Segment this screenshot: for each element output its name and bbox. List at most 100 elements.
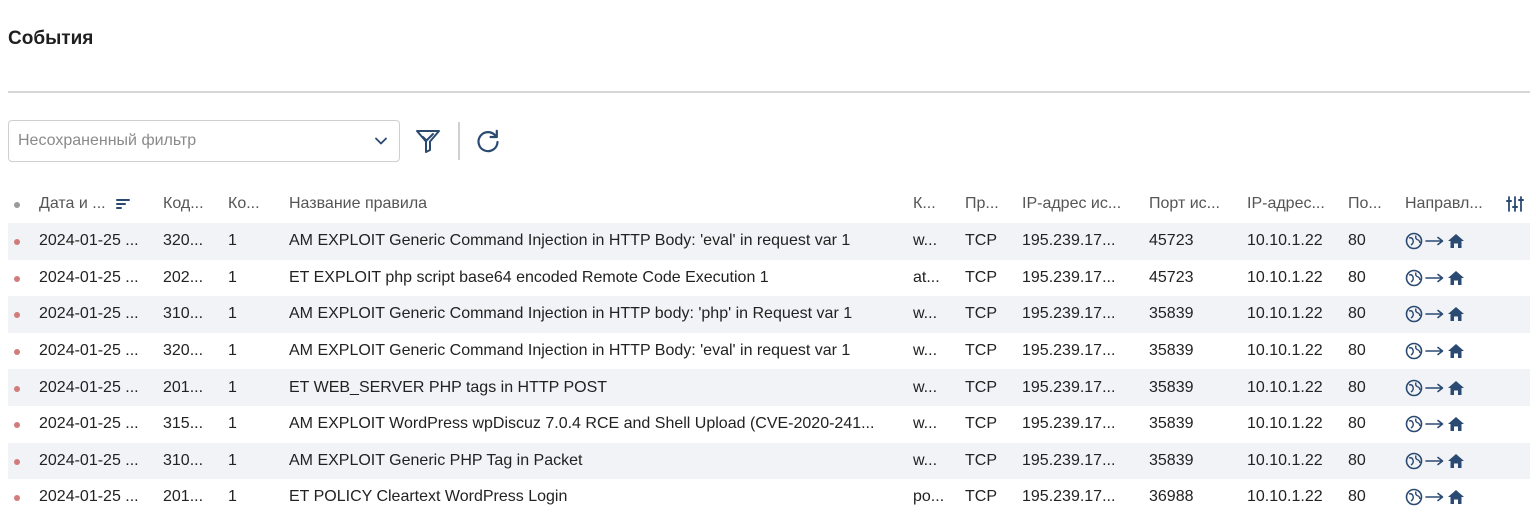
- sort-desc-icon[interactable]: [115, 198, 130, 210]
- status-dot-icon: [14, 202, 20, 208]
- table-row[interactable]: 2024-01-25 ... 310... 1 AM EXPLOIT Gener…: [8, 296, 1530, 333]
- globe-icon: [1405, 342, 1423, 360]
- cell-protocol: TCP: [965, 378, 997, 396]
- cell-code: 315...: [163, 415, 204, 433]
- cell-rule-name: AM EXPLOIT WordPress wpDiscuz 7.0.4 RCE …: [289, 415, 875, 433]
- cell-protocol: TCP: [965, 415, 997, 433]
- cell-rule-name: AM EXPLOIT Generic Command Injection in …: [289, 305, 853, 323]
- cell-source-port: 35839: [1149, 342, 1194, 360]
- cell-protocol: TCP: [965, 451, 997, 469]
- table-header-row: Дата и ... Код... Ко... Название правила…: [8, 185, 1530, 223]
- table-row[interactable]: 2024-01-25 ... 202... 1 ET EXPLOIT php s…: [8, 260, 1530, 297]
- event-status-dot: [14, 385, 20, 392]
- column-header-count[interactable]: Ко...: [228, 195, 289, 213]
- arrow-right-icon: [1425, 346, 1445, 356]
- column-header-dest-port[interactable]: По...: [1348, 195, 1405, 213]
- cell-dest-ip: 10.10.1.22: [1247, 305, 1323, 323]
- events-table: Дата и ... Код... Ко... Название правила…: [8, 185, 1530, 516]
- table-row[interactable]: 2024-01-25 ... 201... 1 ET WEB_SERVER PH…: [8, 369, 1530, 406]
- event-status-dot: [14, 275, 20, 282]
- cell-dest-port: 80: [1348, 451, 1366, 469]
- cell-dest-port: 80: [1348, 268, 1366, 286]
- column-header-date[interactable]: Дата и ...: [39, 195, 163, 213]
- cell-code: 310...: [163, 305, 204, 323]
- header-divider: [8, 91, 1530, 93]
- refresh-icon[interactable]: [470, 123, 506, 159]
- column-header-direction[interactable]: Направл...: [1405, 195, 1501, 213]
- cell-date: 2024-01-25 ...: [39, 342, 139, 360]
- cell-category: at...: [913, 268, 940, 286]
- cell-code: 310...: [163, 451, 204, 469]
- event-status-dot: [14, 312, 20, 319]
- column-header-rule-name[interactable]: Название правила: [289, 195, 913, 213]
- column-header-protocol[interactable]: Пр...: [965, 195, 1022, 213]
- home-icon: [1447, 270, 1465, 286]
- cell-date: 2024-01-25 ...: [39, 232, 139, 250]
- page-title: События: [8, 28, 94, 49]
- cell-date: 2024-01-25 ...: [39, 451, 139, 469]
- arrow-right-icon: [1425, 419, 1445, 429]
- globe-icon: [1405, 305, 1423, 323]
- column-header-source-port[interactable]: Порт ис...: [1149, 195, 1247, 213]
- table-row[interactable]: 2024-01-25 ... 320... 1 AM EXPLOIT Gener…: [8, 333, 1530, 370]
- cell-date: 2024-01-25 ...: [39, 378, 139, 396]
- home-icon: [1447, 306, 1465, 322]
- cell-date: 2024-01-25 ...: [39, 488, 139, 506]
- cell-source-ip: 195.239.17...: [1022, 451, 1116, 469]
- cell-category: w...: [913, 305, 938, 323]
- arrow-right-icon: [1425, 492, 1445, 502]
- column-header-category[interactable]: К...: [913, 195, 965, 213]
- column-header-code[interactable]: Код...: [163, 195, 228, 213]
- cell-dest-port: 80: [1348, 232, 1366, 250]
- home-icon: [1447, 489, 1465, 505]
- event-status-dot: [14, 239, 20, 246]
- table-row[interactable]: 2024-01-25 ... 315... 1 AM EXPLOIT WordP…: [8, 406, 1530, 443]
- column-header-dest-ip[interactable]: IP-адрес...: [1247, 195, 1348, 213]
- cell-protocol: TCP: [965, 305, 997, 323]
- cell-protocol: TCP: [965, 268, 997, 286]
- column-settings-icon[interactable]: [1501, 196, 1530, 212]
- home-icon: [1447, 233, 1465, 249]
- cell-source-port: 35839: [1149, 415, 1194, 433]
- arrow-right-icon: [1425, 236, 1445, 246]
- globe-icon: [1405, 415, 1423, 433]
- cell-dest-ip: 10.10.1.22: [1247, 232, 1323, 250]
- cell-date: 2024-01-25 ...: [39, 305, 139, 323]
- cell-source-port: 45723: [1149, 268, 1194, 286]
- cell-code: 320...: [163, 342, 204, 360]
- cell-direction: [1405, 452, 1501, 470]
- table-row[interactable]: 2024-01-25 ... 310... 1 AM EXPLOIT Gener…: [8, 442, 1530, 480]
- cell-source-port: 35839: [1149, 451, 1194, 469]
- cell-source-port: 35839: [1149, 378, 1194, 396]
- arrow-right-icon: [1425, 309, 1445, 319]
- filter-check-icon[interactable]: [410, 123, 446, 159]
- cell-count: 1: [228, 305, 237, 323]
- globe-icon: [1405, 232, 1423, 250]
- cell-source-ip: 195.239.17...: [1022, 378, 1116, 396]
- cell-direction: [1405, 415, 1501, 433]
- cell-rule-name: AM EXPLOIT Generic Command Injection in …: [289, 342, 851, 360]
- chevron-down-icon: [373, 133, 389, 149]
- filter-select[interactable]: Несохраненный фильтр: [8, 120, 400, 162]
- arrow-right-icon: [1425, 273, 1445, 283]
- home-icon: [1447, 380, 1465, 396]
- cell-rule-name: AM EXPLOIT Generic PHP Tag in Packet: [289, 451, 583, 469]
- cell-direction: [1405, 342, 1501, 360]
- toolbar-separator: [458, 122, 460, 160]
- cell-dest-ip: 10.10.1.22: [1247, 415, 1323, 433]
- table-row[interactable]: 2024-01-25 ... 201... 1 ET POLICY Cleart…: [8, 479, 1530, 516]
- cell-count: 1: [228, 232, 237, 250]
- cell-code: 201...: [163, 378, 204, 396]
- cell-source-ip: 195.239.17...: [1022, 342, 1116, 360]
- column-header-source-ip[interactable]: IP-адрес ис...: [1022, 195, 1149, 213]
- cell-count: 1: [228, 451, 237, 469]
- cell-code: 320...: [163, 232, 204, 250]
- cell-count: 1: [228, 378, 237, 396]
- cell-rule-name: ET EXPLOIT php script base64 encoded Rem…: [289, 268, 769, 286]
- table-row[interactable]: 2024-01-25 ... 320... 1 AM EXPLOIT Gener…: [8, 223, 1530, 260]
- cell-code: 202...: [163, 268, 204, 286]
- cell-count: 1: [228, 488, 237, 506]
- cell-dest-port: 80: [1348, 415, 1366, 433]
- cell-category: w...: [913, 415, 938, 433]
- cell-source-ip: 195.239.17...: [1022, 268, 1116, 286]
